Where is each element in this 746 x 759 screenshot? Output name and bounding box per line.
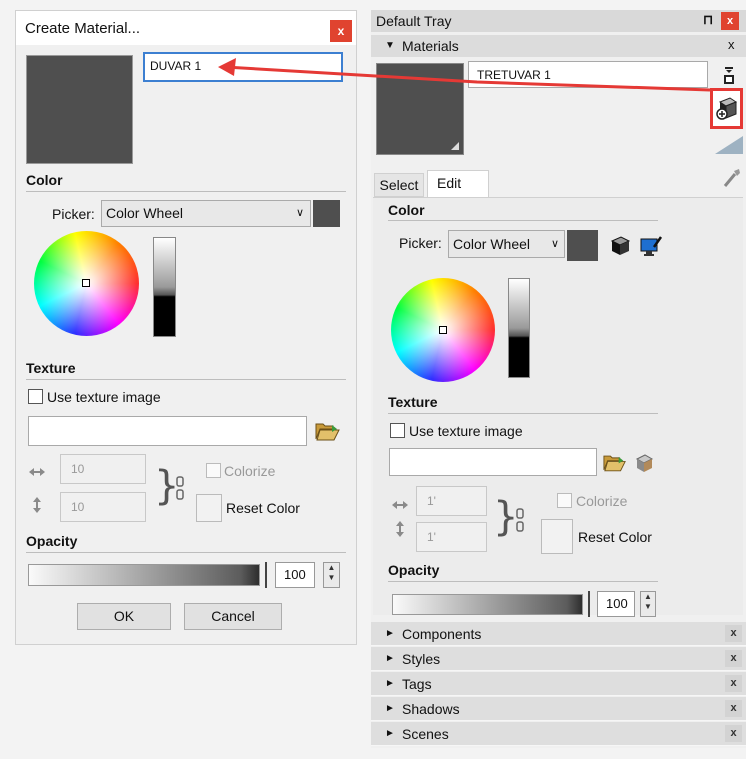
annotation-arrow xyxy=(218,58,711,92)
